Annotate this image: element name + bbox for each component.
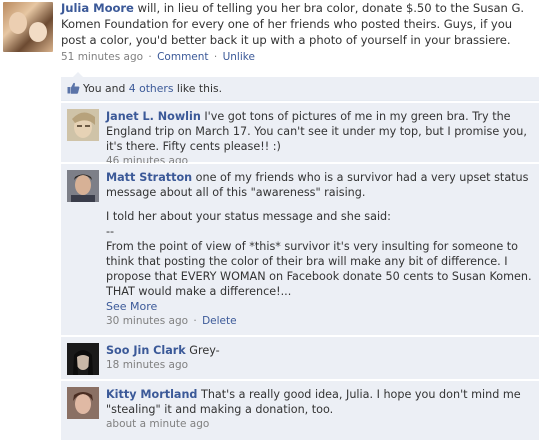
delete-comment-link[interactable]: Delete bbox=[202, 315, 237, 327]
comment-item: Kitty Mortland That's a really good idea… bbox=[61, 380, 539, 440]
status-message: Julia Moore will, in lieu of telling you… bbox=[61, 0, 539, 48]
comment-item: Janet L. Nowlin I've got tons of picture… bbox=[61, 102, 539, 167]
likes-suffix: like this. bbox=[173, 82, 223, 95]
author-avatar[interactable] bbox=[3, 2, 53, 52]
comment-timestamp: 30 minutes ago bbox=[106, 315, 189, 327]
commenter-avatar[interactable] bbox=[67, 387, 99, 419]
meta-separator: · bbox=[213, 51, 218, 63]
commenter-avatar[interactable] bbox=[67, 343, 99, 375]
comment-paragraph: I told her about your status message and… bbox=[106, 210, 391, 223]
commenter-avatar[interactable] bbox=[67, 170, 99, 202]
comment-timestamp: 18 minutes ago bbox=[106, 359, 189, 371]
comment-timestamp: about a minute ago bbox=[106, 418, 210, 430]
comment-meta: 30 minutes ago · Delete bbox=[106, 314, 533, 329]
comment-text: Janet L. Nowlin I've got tons of picture… bbox=[106, 109, 533, 154]
comment-text: Matt Stratton one of my friends who is a… bbox=[106, 170, 533, 200]
commenter-name-link[interactable]: Kitty Mortland bbox=[106, 388, 197, 401]
feedback-arrow bbox=[73, 72, 83, 77]
comment-paragraph: -- bbox=[106, 225, 115, 238]
comment-text: Soo Jin Clark Grey- bbox=[106, 343, 533, 358]
meta-separator: · bbox=[148, 51, 152, 63]
commenter-name-link[interactable]: Janet L. Nowlin bbox=[106, 110, 201, 123]
unlike-link[interactable]: Unlike bbox=[223, 51, 255, 63]
likes-prefix: You and bbox=[83, 82, 129, 95]
comment-body: Grey- bbox=[185, 344, 220, 357]
avatar-face bbox=[29, 22, 47, 42]
likers-link[interactable]: 4 others bbox=[129, 82, 174, 95]
likes-bar: You and 4 others like this. bbox=[61, 77, 539, 101]
comment-link[interactable]: Comment bbox=[157, 51, 208, 63]
post-author-link[interactable]: Julia Moore bbox=[61, 1, 134, 15]
status-post: Julia Moore will, in lieu of telling you… bbox=[0, 0, 543, 448]
feedback-section: You and 4 others like this. Janet L. Now… bbox=[61, 72, 539, 440]
post-meta: 51 minutes ago · Comment · Unlike bbox=[61, 50, 539, 64]
commenter-name-link[interactable]: Matt Stratton bbox=[106, 171, 192, 184]
meta-separator: · bbox=[193, 315, 197, 327]
avatar-face bbox=[9, 12, 27, 34]
post-body: Julia Moore will, in lieu of telling you… bbox=[61, 0, 539, 64]
see-more-link[interactable]: See More bbox=[106, 299, 533, 314]
commenter-avatar[interactable] bbox=[67, 109, 99, 141]
comment-paragraph: From the point of view of *this* survivo… bbox=[106, 240, 532, 298]
comment-item: Matt Stratton one of my friends who is a… bbox=[61, 163, 539, 335]
post-timestamp[interactable]: 51 minutes ago bbox=[61, 51, 143, 63]
comment-item: Soo Jin Clark Grey- 18 minutes ago bbox=[61, 336, 539, 379]
commenter-name-link[interactable]: Soo Jin Clark bbox=[106, 344, 186, 357]
comment-text: Kitty Mortland That's a really good idea… bbox=[106, 387, 533, 417]
thumbs-up-icon bbox=[67, 82, 80, 94]
